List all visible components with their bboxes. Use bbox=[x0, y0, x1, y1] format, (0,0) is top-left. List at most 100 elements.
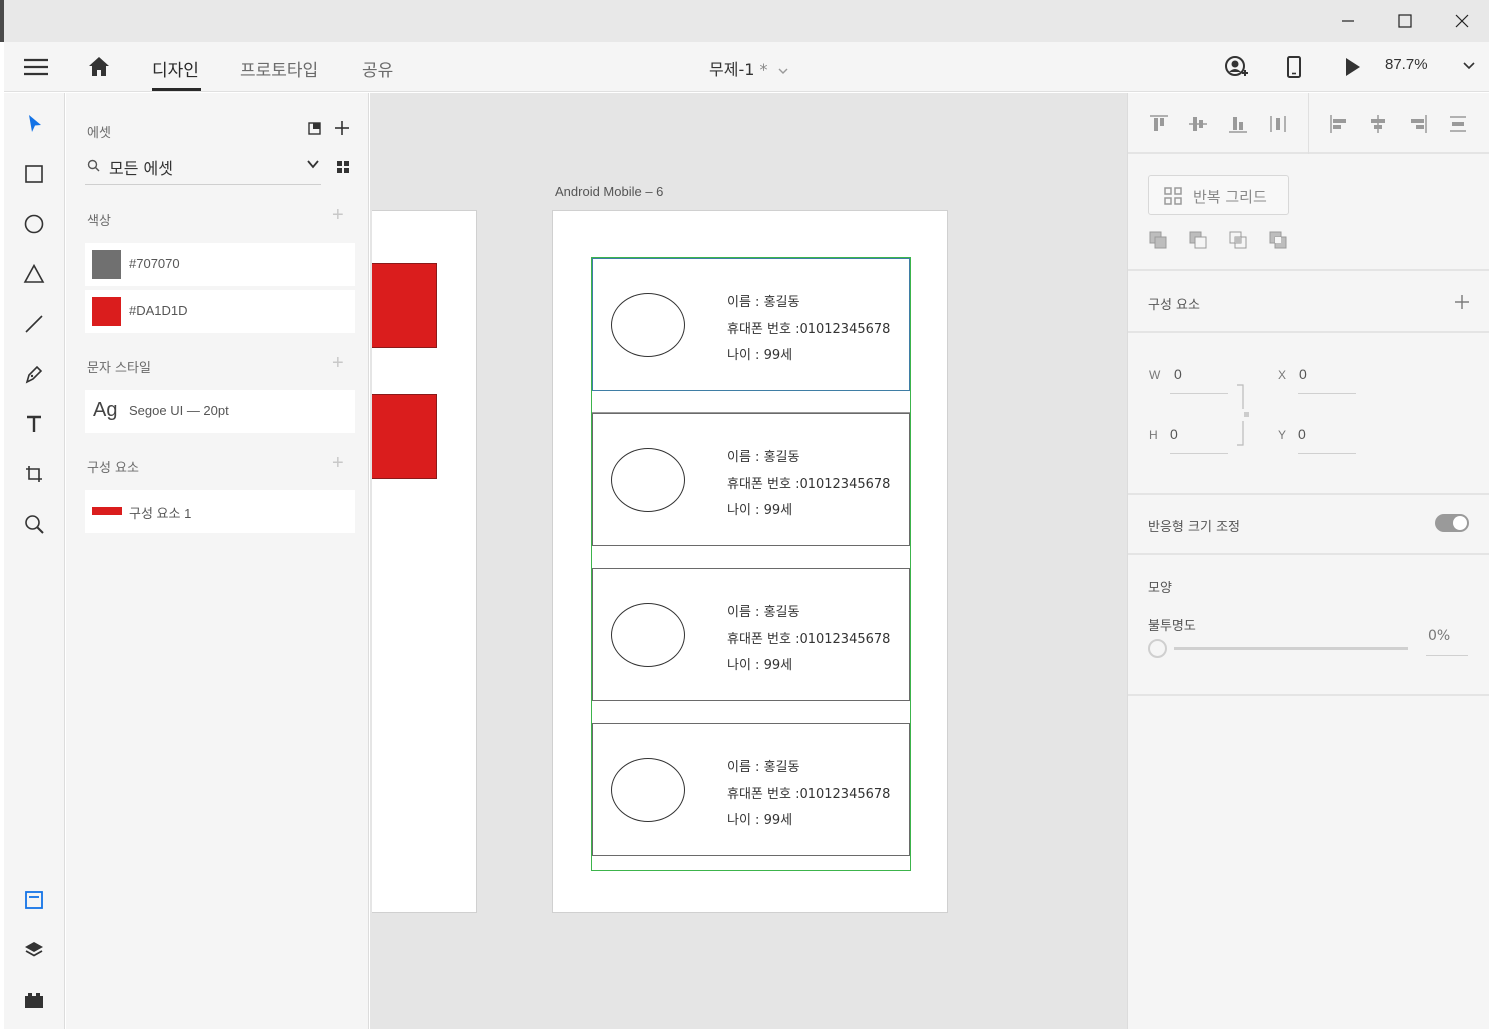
rectangle-icon bbox=[25, 165, 43, 183]
plugins-icon bbox=[25, 993, 43, 1008]
item-age: 나이 : 99세 bbox=[727, 503, 793, 518]
responsive-resize-toggle[interactable] bbox=[1435, 514, 1469, 532]
red-rectangle[interactable] bbox=[372, 394, 437, 479]
field-underline bbox=[1298, 393, 1356, 394]
zoom-tool[interactable] bbox=[21, 511, 47, 537]
align-right-icon[interactable] bbox=[1407, 113, 1429, 135]
add-color-icon[interactable]: + bbox=[332, 205, 344, 225]
artboard-tool[interactable] bbox=[21, 461, 47, 487]
grid-view-icon[interactable] bbox=[336, 160, 350, 174]
add-component-icon[interactable] bbox=[1455, 295, 1469, 309]
play-icon[interactable] bbox=[1339, 54, 1365, 80]
character-style-asset[interactable]: Ag Segoe UI — 20pt bbox=[85, 390, 355, 433]
y-field[interactable]: 0 bbox=[1298, 426, 1306, 442]
close-icon[interactable] bbox=[1447, 8, 1477, 34]
align-left-icon[interactable] bbox=[1328, 113, 1350, 135]
select-tool[interactable] bbox=[21, 111, 47, 137]
width-key: W bbox=[1149, 368, 1161, 382]
asset-filter-dropdown[interactable]: 모든 에셋 bbox=[85, 151, 321, 185]
tab-design[interactable]: 디자인 bbox=[152, 56, 199, 81]
distribute-horizontal-icon[interactable] bbox=[1447, 113, 1469, 135]
align-middle-icon[interactable] bbox=[1187, 113, 1209, 135]
artboard-label[interactable]: Android Mobile – 6 bbox=[555, 184, 663, 199]
invite-user-icon[interactable] bbox=[1223, 54, 1249, 80]
app-header: 디자인 프로토타입 공유 무제-1 * 87.7% bbox=[4, 42, 1489, 92]
ellipse-tool[interactable] bbox=[21, 211, 47, 237]
list-item[interactable]: 이름 : 홍길동 휴대폰 번호 :01012345678 나이 : 99세 bbox=[592, 568, 910, 701]
avatar-ellipse bbox=[611, 448, 685, 512]
layers-icon bbox=[25, 942, 43, 957]
boolean-intersect-icon[interactable] bbox=[1228, 230, 1248, 250]
zoom-dropdown-icon[interactable] bbox=[1462, 58, 1476, 72]
add-component-icon[interactable]: + bbox=[332, 453, 344, 473]
plugins-panel-button[interactable] bbox=[21, 987, 47, 1013]
divider bbox=[1308, 93, 1309, 154]
character-style-sample: Ag bbox=[93, 399, 118, 421]
list-item[interactable]: 이름 : 홍길동 휴대폰 번호 :01012345678 나이 : 99세 bbox=[592, 258, 910, 391]
item-phone: 휴대폰 번호 :01012345678 bbox=[727, 632, 891, 647]
repeat-grid-button[interactable]: 반복 그리드 bbox=[1148, 175, 1289, 215]
add-asset-icon[interactable] bbox=[334, 120, 350, 136]
align-center-icon[interactable] bbox=[1367, 113, 1389, 135]
distribute-vertical-icon[interactable] bbox=[1267, 113, 1289, 135]
zoom-icon bbox=[25, 515, 44, 534]
polygon-tool[interactable] bbox=[21, 261, 47, 287]
red-rectangle[interactable] bbox=[372, 263, 437, 348]
line-tool[interactable] bbox=[21, 311, 47, 337]
item-age: 나이 : 99세 bbox=[727, 658, 793, 673]
triangle-icon bbox=[23, 263, 45, 283]
x-field[interactable]: 0 bbox=[1299, 366, 1307, 382]
text-tool[interactable] bbox=[21, 411, 47, 437]
pen-tool[interactable] bbox=[21, 361, 47, 387]
list-item[interactable]: 이름 : 홍길동 휴대폰 번호 :01012345678 나이 : 99세 bbox=[592, 723, 910, 856]
open-library-icon[interactable] bbox=[307, 121, 322, 136]
height-field[interactable]: 0 bbox=[1170, 426, 1178, 442]
component-asset[interactable]: 구성 요소 1 bbox=[85, 490, 355, 533]
minimize-icon[interactable] bbox=[1333, 8, 1363, 34]
assets-panel: 에셋 모든 에셋 색상 + #707070 #DA1D1D 문자 스타일 + A… bbox=[66, 93, 369, 1029]
item-age: 나이 : 99세 bbox=[727, 813, 793, 828]
list-item[interactable]: 이름 : 홍길동 휴대폰 번호 :01012345678 나이 : 99세 bbox=[592, 413, 910, 546]
toggle-knob bbox=[1453, 516, 1467, 530]
align-top-icon[interactable] bbox=[1148, 113, 1170, 135]
x-key: X bbox=[1278, 368, 1287, 382]
add-character-style-icon[interactable]: + bbox=[332, 353, 344, 373]
mobile-preview-icon[interactable] bbox=[1281, 54, 1307, 80]
layers-panel-button[interactable] bbox=[21, 937, 47, 963]
opacity-label: 불투명도 bbox=[1148, 619, 1196, 634]
field-underline bbox=[1426, 655, 1468, 656]
home-icon[interactable] bbox=[86, 54, 112, 80]
menu-icon[interactable] bbox=[22, 56, 50, 78]
repeat-grid-selection[interactable]: 이름 : 홍길동 휴대폰 번호 :01012345678 나이 : 99세 이름… bbox=[591, 257, 911, 871]
align-bottom-icon[interactable] bbox=[1227, 113, 1249, 135]
width-field[interactable]: 0 bbox=[1174, 366, 1182, 382]
assets-panel-button[interactable] bbox=[21, 887, 47, 913]
asset-filter-value: 모든 에셋 bbox=[109, 159, 173, 178]
artboard-partial[interactable] bbox=[372, 210, 477, 913]
document-title[interactable]: 무제-1 * bbox=[709, 56, 789, 80]
property-inspector: 반복 그리드 구성 요소 W 0 H 0 X 0 Y 0 반응형 크기 조정 모… bbox=[1127, 93, 1489, 1029]
maximize-icon[interactable] bbox=[1390, 8, 1420, 34]
color-asset-gray[interactable]: #707070 bbox=[85, 243, 355, 286]
opacity-slider-track[interactable] bbox=[1174, 647, 1408, 650]
boolean-exclude-icon[interactable] bbox=[1268, 230, 1288, 250]
tab-prototype[interactable]: 프로토타입 bbox=[240, 56, 318, 81]
boolean-add-icon[interactable] bbox=[1148, 230, 1168, 250]
opacity-slider-thumb[interactable] bbox=[1148, 639, 1167, 658]
window-titlebar bbox=[0, 0, 1489, 42]
lock-aspect-icon[interactable] bbox=[1235, 383, 1249, 447]
item-age: 나이 : 99세 bbox=[727, 348, 793, 363]
zoom-level[interactable]: 87.7% bbox=[1385, 56, 1428, 73]
artboard-android-mobile[interactable]: 이름 : 홍길동 휴대폰 번호 :01012345678 나이 : 99세 이름… bbox=[552, 210, 948, 913]
text-icon bbox=[27, 415, 41, 432]
color-asset-red[interactable]: #DA1D1D bbox=[85, 290, 355, 333]
appearance-section: 모양 불투명도 0% bbox=[1128, 555, 1489, 696]
boolean-subtract-icon[interactable] bbox=[1188, 230, 1208, 250]
select-icon bbox=[29, 115, 41, 132]
rectangle-tool[interactable] bbox=[21, 161, 47, 187]
tab-share[interactable]: 공유 bbox=[362, 56, 393, 81]
opacity-value[interactable]: 0% bbox=[1428, 628, 1450, 644]
line-icon bbox=[25, 315, 43, 333]
alignment-section bbox=[1128, 93, 1489, 154]
design-canvas[interactable]: Android Mobile – 6 이름 : 홍길동 휴대폰 번호 :0101… bbox=[370, 93, 1127, 1029]
